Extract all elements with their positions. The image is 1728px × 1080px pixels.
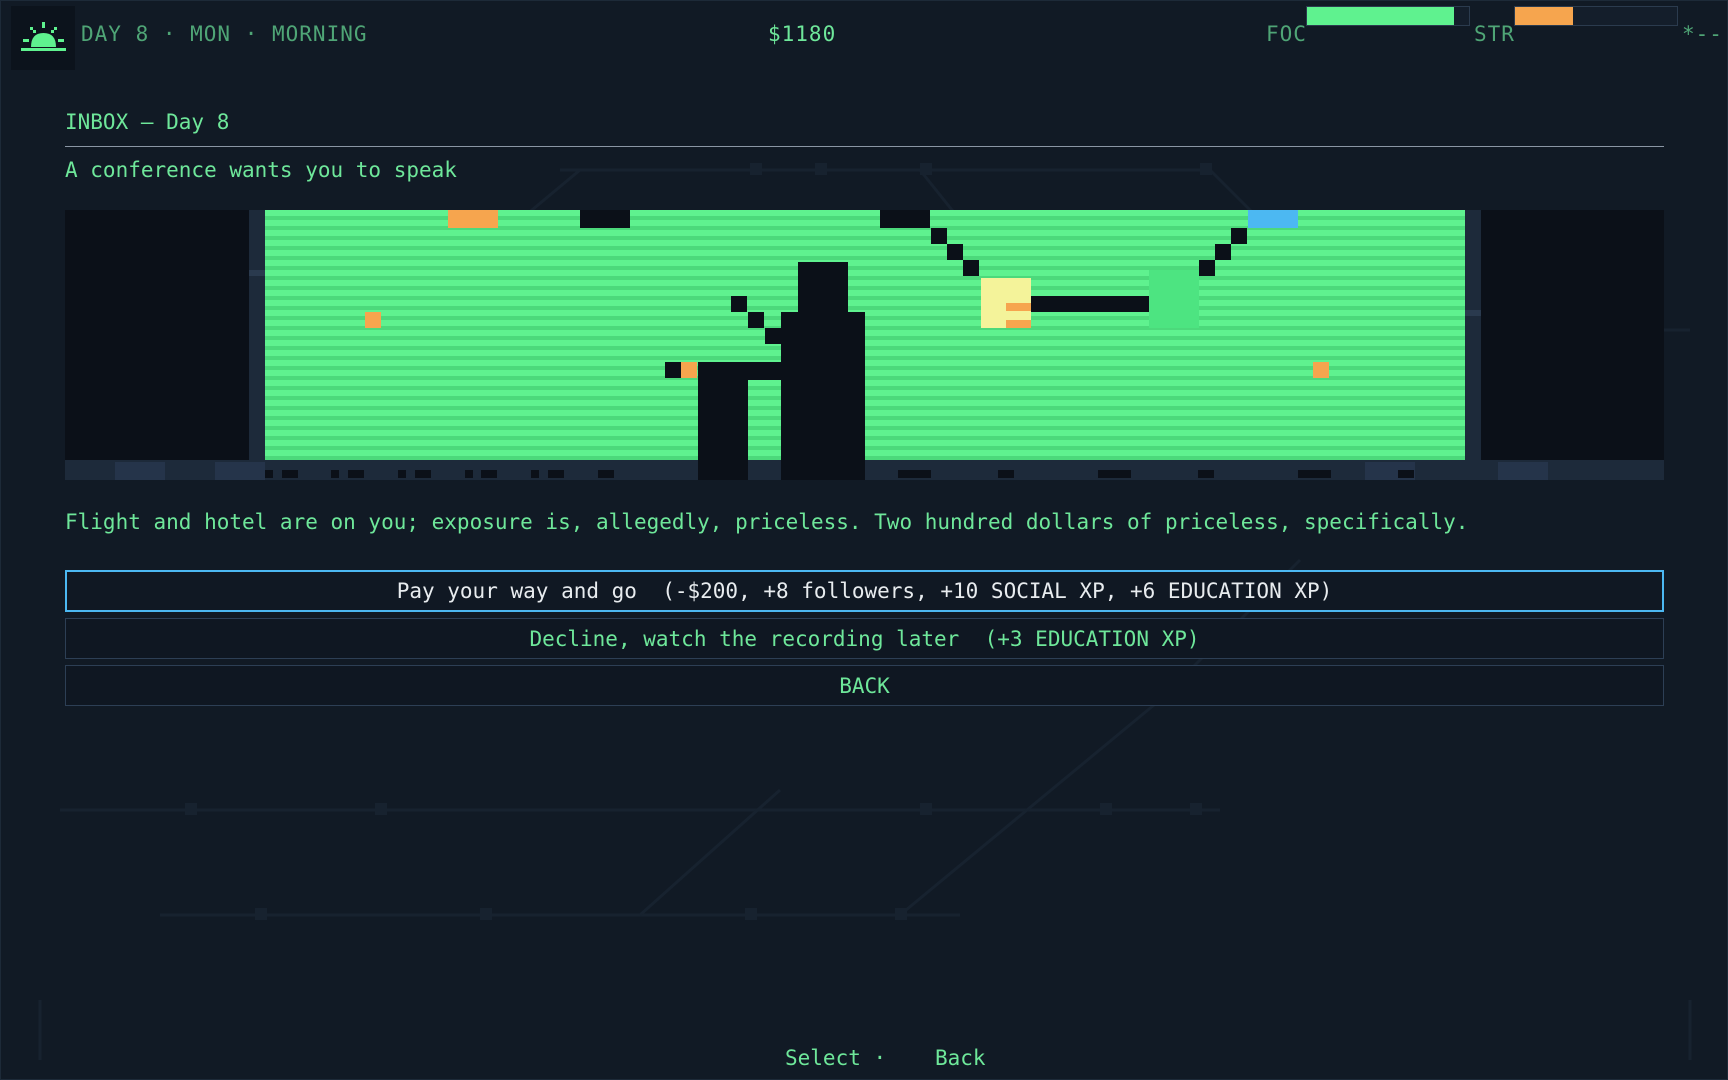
strength-label: STR bbox=[1474, 22, 1515, 46]
choice-pay-and-go-button[interactable]: Pay your way and go (-$200, +8 followers… bbox=[65, 570, 1664, 612]
footer-select-hint: Select · bbox=[785, 1046, 887, 1070]
strength-meter-fill bbox=[1515, 7, 1574, 25]
status-bar: DAY 8 · MON · MORNING $1180 FOC STR *-- bbox=[0, 0, 1728, 76]
day-time-label: DAY 8 · MON · MORNING bbox=[81, 22, 368, 46]
choice-decline-button[interactable]: Decline, watch the recording later (+3 E… bbox=[65, 618, 1664, 659]
menu-indicator[interactable]: *-- bbox=[1682, 22, 1723, 46]
focus-label: FOC bbox=[1266, 22, 1307, 46]
title-divider bbox=[65, 146, 1664, 147]
back-button[interactable]: BACK bbox=[65, 665, 1664, 706]
sunrise-icon bbox=[11, 6, 75, 70]
strength-meter bbox=[1514, 6, 1678, 26]
money-readout: $1180 bbox=[768, 22, 837, 46]
message-body: Flight and hotel are on you; exposure is… bbox=[65, 510, 1469, 534]
focus-meter-fill bbox=[1307, 7, 1455, 25]
message-subject: A conference wants you to speak bbox=[65, 158, 457, 182]
footer-back-hint: Back bbox=[935, 1046, 986, 1070]
conference-stage-illustration bbox=[65, 210, 1664, 480]
inbox-title: INBOX — Day 8 bbox=[65, 110, 230, 134]
focus-meter bbox=[1306, 6, 1470, 26]
stage-pixel-art bbox=[65, 210, 1664, 480]
